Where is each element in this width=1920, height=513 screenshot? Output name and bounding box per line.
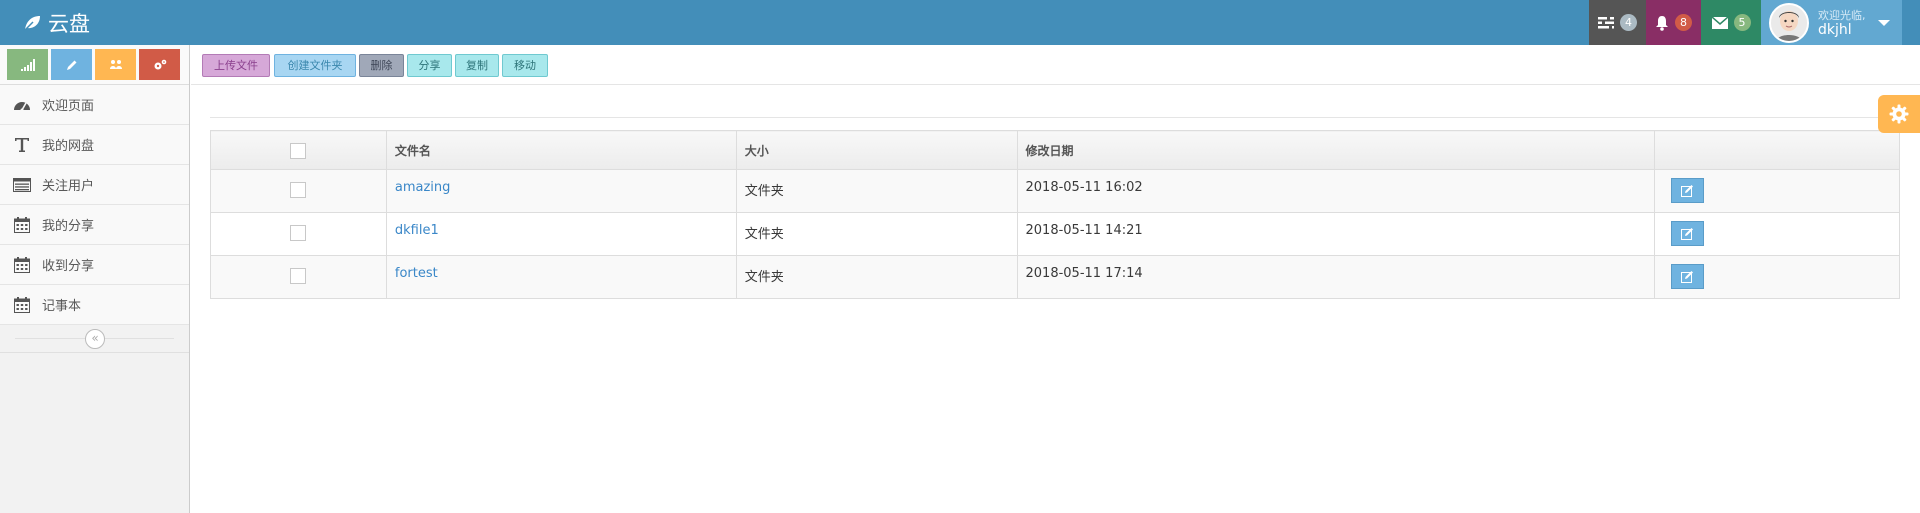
signal-icon — [20, 58, 35, 71]
envelope-icon — [1711, 16, 1728, 29]
divider — [210, 117, 1900, 118]
create-folder-button[interactable]: 创建文件夹 — [274, 54, 356, 77]
bell-icon — [1656, 15, 1668, 31]
notifications-count-badge: 8 — [1675, 14, 1692, 31]
sidebar-item-welcome[interactable]: 欢迎页面 — [0, 85, 189, 125]
file-date-cell: 2018-05-11 14:21 — [1016, 212, 1656, 256]
messages-count-badge: 5 — [1733, 14, 1751, 31]
shortcut-settings-button[interactable] — [139, 49, 180, 80]
delete-button[interactable]: 删除 — [359, 54, 404, 77]
table-header-row: 文件名 大小 修改日期 — [210, 130, 1900, 170]
row-select-cell — [210, 212, 387, 256]
file-name-link[interactable]: amazing — [395, 180, 451, 195]
double-left-icon[interactable]: « — [85, 329, 105, 349]
edit-icon — [1681, 228, 1694, 240]
sidebar-item-my-disk[interactable]: 我的网盘 — [0, 125, 189, 165]
sidebar-item-notebook[interactable]: 记事本 — [0, 285, 189, 325]
table-row: amazing 文件夹 2018-05-11 16:02 — [210, 169, 1900, 213]
user-info: 欢迎光临, dkjhl — [1818, 8, 1866, 38]
file-name-cell: amazing — [385, 169, 737, 213]
row-select-cell — [210, 169, 387, 213]
copy-button[interactable]: 复制 — [455, 54, 499, 77]
tasks-count-badge: 4 — [1620, 14, 1637, 31]
row-checkbox[interactable] — [290, 268, 307, 284]
caret-down-icon — [1877, 19, 1890, 26]
file-actions-cell — [1654, 255, 1900, 299]
edit-button[interactable] — [1671, 264, 1705, 289]
sidebar-collapse-bar: « — [0, 325, 189, 353]
column-header-date[interactable]: 修改日期 — [1016, 130, 1656, 170]
edit-icon — [1681, 271, 1694, 283]
brand-title: 云盘 — [48, 11, 90, 36]
file-date-cell: 2018-05-11 16:02 — [1016, 169, 1656, 213]
sidebar-item-followed-users[interactable]: 关注用户 — [0, 165, 189, 205]
file-name-cell: fortest — [385, 255, 737, 299]
shortcut-group-button[interactable] — [95, 49, 136, 80]
pencil-icon — [66, 60, 76, 70]
tasks-icon — [1598, 16, 1614, 28]
file-name-link[interactable]: dkfile1 — [395, 223, 439, 238]
row-checkbox[interactable] — [290, 182, 307, 198]
sidebar-item-label: 记事本 — [42, 299, 82, 314]
users-icon — [109, 59, 122, 69]
user-menu[interactable]: 欢迎光临, dkjhl — [1761, 0, 1902, 45]
shortcut-stats-button[interactable] — [7, 49, 48, 80]
user-avatar-icon — [1771, 4, 1807, 41]
table-row: fortest 文件夹 2018-05-11 17:14 — [210, 255, 1900, 299]
file-actions-cell — [1654, 169, 1900, 213]
sidebar-item-label: 关注用户 — [42, 179, 95, 194]
messages-nav-button[interactable]: 5 — [1701, 0, 1761, 45]
file-size-cell: 文件夹 — [735, 212, 1018, 256]
sidebar: 欢迎页面 我的网盘 关注用户 我的分享 收到分享 记事本 « — [0, 45, 190, 513]
brand[interactable]: 云盘 — [22, 0, 90, 45]
select-all-checkbox[interactable] — [290, 143, 307, 159]
select-all-cell — [210, 130, 387, 170]
sidebar-item-label: 我的网盘 — [42, 139, 95, 154]
dashboard-icon — [11, 96, 33, 114]
move-button[interactable]: 移动 — [502, 54, 548, 77]
settings-toggle-button[interactable] — [1878, 95, 1920, 133]
tasks-nav-button[interactable]: 4 — [1589, 0, 1646, 45]
calendar-icon — [11, 216, 33, 234]
sidebar-item-received-shares[interactable]: 收到分享 — [0, 245, 189, 285]
row-select-cell — [210, 255, 387, 299]
sidebar-item-my-shares[interactable]: 我的分享 — [0, 205, 189, 245]
file-table: 文件名 大小 修改日期 amazing 文件夹 2018-05-11 16:02 — [210, 130, 1900, 299]
sidebar-shortcuts — [0, 45, 189, 85]
top-navbar: 云盘 4 8 5 欢迎光临, dkjhl — [0, 0, 1920, 45]
gear-icon — [1889, 104, 1909, 124]
upload-file-button[interactable]: 上传文件 — [202, 54, 270, 77]
sidebar-item-label: 欢迎页面 — [42, 99, 95, 114]
edit-button[interactable] — [1671, 221, 1705, 246]
table-row: dkfile1 文件夹 2018-05-11 14:21 — [210, 212, 1900, 256]
list-icon — [11, 176, 33, 194]
file-name-link[interactable]: fortest — [395, 266, 438, 281]
notifications-nav-button[interactable]: 8 — [1646, 0, 1701, 45]
calendar-icon — [11, 256, 33, 274]
column-header-name[interactable]: 文件名 — [385, 130, 737, 170]
file-size-cell: 文件夹 — [735, 169, 1018, 213]
file-size-cell: 文件夹 — [735, 255, 1018, 299]
edit-icon — [1681, 185, 1694, 197]
file-toolbar: 上传文件 创建文件夹 删除 分享 复制 移动 — [191, 45, 1920, 85]
share-button[interactable]: 分享 — [407, 54, 452, 77]
leaf-icon — [23, 15, 40, 32]
edit-button[interactable] — [1671, 178, 1705, 203]
shortcut-edit-button[interactable] — [51, 49, 92, 80]
file-date-cell: 2018-05-11 17:14 — [1016, 255, 1656, 299]
row-checkbox[interactable] — [290, 225, 307, 241]
user-name: dkjhl — [1818, 21, 1852, 38]
avatar — [1769, 2, 1809, 43]
column-header-size[interactable]: 大小 — [735, 130, 1018, 170]
file-name-cell: dkfile1 — [385, 212, 737, 256]
column-header-actions — [1654, 130, 1900, 170]
text-icon — [11, 136, 33, 154]
user-welcome-text: 欢迎光临, — [1818, 8, 1866, 22]
sidebar-item-label: 我的分享 — [42, 219, 95, 234]
cogs-icon — [154, 59, 166, 69]
sidebar-item-label: 收到分享 — [42, 259, 95, 274]
file-actions-cell — [1654, 212, 1900, 256]
calendar-icon — [11, 296, 33, 314]
